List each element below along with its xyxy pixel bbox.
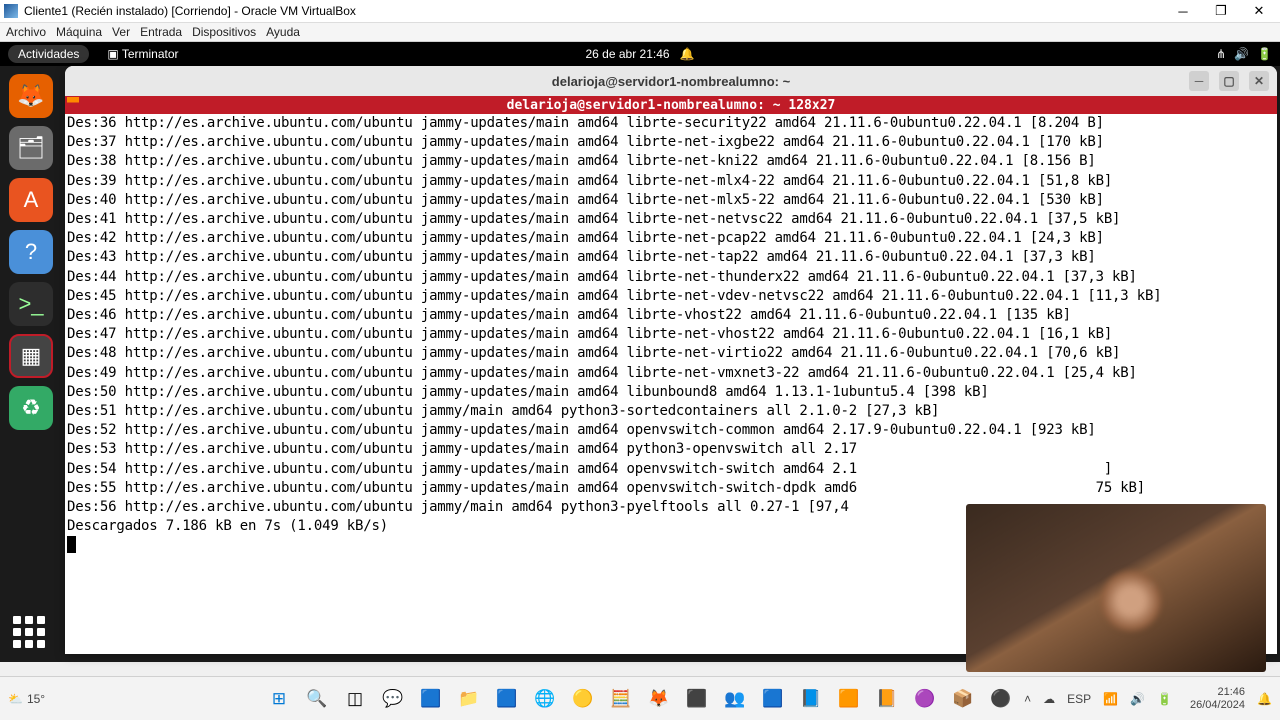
dock-terminator-active[interactable]: ▦ bbox=[9, 334, 53, 378]
power-icon[interactable]: 🔋 bbox=[1257, 47, 1272, 61]
menu-archivo[interactable]: Archivo bbox=[6, 25, 46, 39]
notification-icon[interactable]: 🔔 bbox=[680, 47, 695, 61]
dock-files[interactable]: 🗂 bbox=[9, 126, 53, 170]
clock-time: 21:46 bbox=[1190, 686, 1245, 699]
windows-taskbar: ⛅ 15° ⊞ 🔍 ◫ 💬 🟦 📁 🟦 🌐 🟡 🧮 🦊 ⬛ 👥 🟦 📘 🟧 📙 … bbox=[0, 676, 1280, 720]
menu-dispositivos[interactable]: Dispositivos bbox=[192, 25, 256, 39]
menu-maquina[interactable]: Máquina bbox=[56, 25, 102, 39]
close-button[interactable]: ✕ bbox=[1248, 3, 1270, 19]
obs-icon[interactable]: ⚫ bbox=[986, 684, 1016, 714]
app-indicator[interactable]: ▣ Terminator bbox=[107, 47, 178, 61]
tray-wifi-icon[interactable]: 📶 bbox=[1103, 692, 1118, 706]
dock-help[interactable]: ? bbox=[9, 230, 53, 274]
minimize-button[interactable]: ─ bbox=[1172, 3, 1194, 19]
maximize-button[interactable]: ❐ bbox=[1210, 3, 1232, 19]
term-maximize-button[interactable]: ▢ bbox=[1219, 71, 1239, 91]
taskbar-app-7[interactable]: 🟣 bbox=[910, 684, 940, 714]
volume-icon[interactable]: 🔊 bbox=[1234, 47, 1249, 61]
menu-ayuda[interactable]: Ayuda bbox=[266, 25, 300, 39]
menu-entrada[interactable]: Entrada bbox=[140, 25, 182, 39]
ubuntu-dock: 🦊 🗂 A ? >_ ▦ ♻ bbox=[0, 66, 62, 662]
app-name: Terminator bbox=[122, 47, 179, 61]
teams-icon[interactable]: 👥 bbox=[720, 684, 750, 714]
word-icon[interactable]: 📘 bbox=[796, 684, 826, 714]
vscode-icon[interactable]: 🟦 bbox=[758, 684, 788, 714]
terminator-badge-icon bbox=[67, 97, 79, 111]
terminator-tab-header[interactable]: delarioja@servidor1-nombrealumno: ~ 128x… bbox=[65, 96, 1277, 114]
virtualbox-menubar: Archivo Máquina Ver Entrada Dispositivos… bbox=[0, 23, 1280, 42]
taskbar-center: ⊞ 🔍 ◫ 💬 🟦 📁 🟦 🌐 🟡 🧮 🦊 ⬛ 👥 🟦 📘 🟧 📙 🟣 📦 ⚫ bbox=[264, 684, 1016, 714]
virtualbox-icon bbox=[4, 4, 18, 18]
virtualbox-titlebar: Cliente1 (Recién instalado) [Corriendo] … bbox=[0, 0, 1280, 23]
activities-button[interactable]: Actividades bbox=[8, 45, 89, 63]
edge-icon[interactable]: 🌐 bbox=[530, 684, 560, 714]
tray-onedrive-icon[interactable]: ☁ bbox=[1043, 692, 1055, 706]
term-close-button[interactable]: ✕ bbox=[1249, 71, 1269, 91]
dock-trash[interactable]: ♻ bbox=[9, 386, 53, 430]
explorer-icon[interactable]: 📁 bbox=[454, 684, 484, 714]
taskbar-clock[interactable]: 21:46 26/04/2024 bbox=[1190, 686, 1245, 712]
notifications-icon[interactable]: 🔔 bbox=[1257, 692, 1272, 706]
network-icon[interactable]: ⋔ bbox=[1216, 47, 1226, 61]
dock-terminal[interactable]: >_ bbox=[9, 282, 53, 326]
clock-date: 26/04/2024 bbox=[1190, 699, 1245, 712]
menu-ver[interactable]: Ver bbox=[112, 25, 130, 39]
calculator-icon[interactable]: 🧮 bbox=[606, 684, 636, 714]
chrome-icon[interactable]: 🟡 bbox=[568, 684, 598, 714]
term-minimize-button[interactable]: ─ bbox=[1189, 71, 1209, 91]
system-tray: ˄ ☁ ESP 📶 🔊 🔋 21:46 26/04/2024 🔔 bbox=[1024, 686, 1272, 712]
taskbar-app-2[interactable]: 🟦 bbox=[416, 684, 446, 714]
start-button[interactable]: ⊞ bbox=[264, 684, 294, 714]
terminator-tab-label: delarioja@servidor1-nombrealumno: ~ 128x… bbox=[507, 98, 836, 113]
window-title: Cliente1 (Recién instalado) [Corriendo] … bbox=[24, 4, 1172, 18]
dock-software[interactable]: A bbox=[9, 178, 53, 222]
gnome-topbar: Actividades ▣ Terminator 26 de abr 21:46… bbox=[0, 42, 1280, 66]
weather-widget[interactable]: ⛅ 15° bbox=[8, 692, 45, 706]
taskview-icon[interactable]: ◫ bbox=[340, 684, 370, 714]
taskbar-app-6[interactable]: 📙 bbox=[872, 684, 902, 714]
dock-firefox[interactable]: 🦊 bbox=[9, 74, 53, 118]
terminator-icon: ▣ bbox=[107, 47, 118, 61]
terminal-titlebar[interactable]: delarioja@servidor1-nombrealumno: ~ ─ ▢ … bbox=[65, 66, 1277, 96]
taskbar-app-4[interactable]: ⬛ bbox=[682, 684, 712, 714]
tray-battery-icon[interactable]: 🔋 bbox=[1157, 692, 1172, 706]
terminal-title-text: delarioja@servidor1-nombrealumno: ~ bbox=[552, 74, 790, 89]
tray-chevron-icon[interactable]: ˄ bbox=[1024, 692, 1031, 706]
show-apps-button[interactable] bbox=[13, 616, 49, 652]
search-icon[interactable]: 🔍 bbox=[302, 684, 332, 714]
taskbar-app-3[interactable]: 🟦 bbox=[492, 684, 522, 714]
firefox-icon[interactable]: 🦊 bbox=[644, 684, 674, 714]
tray-language[interactable]: ESP bbox=[1067, 692, 1091, 706]
webcam-overlay bbox=[966, 504, 1266, 672]
taskbar-app-1[interactable]: 💬 bbox=[378, 684, 408, 714]
clock-date[interactable]: 26 de abr 21:46 bbox=[585, 47, 669, 61]
weather-icon: ⛅ bbox=[8, 692, 23, 706]
taskbar-app-5[interactable]: 🟧 bbox=[834, 684, 864, 714]
weather-temp: 15° bbox=[27, 692, 45, 706]
tray-volume-icon[interactable]: 🔊 bbox=[1130, 692, 1145, 706]
virtualbox-taskbar-icon[interactable]: 📦 bbox=[948, 684, 978, 714]
